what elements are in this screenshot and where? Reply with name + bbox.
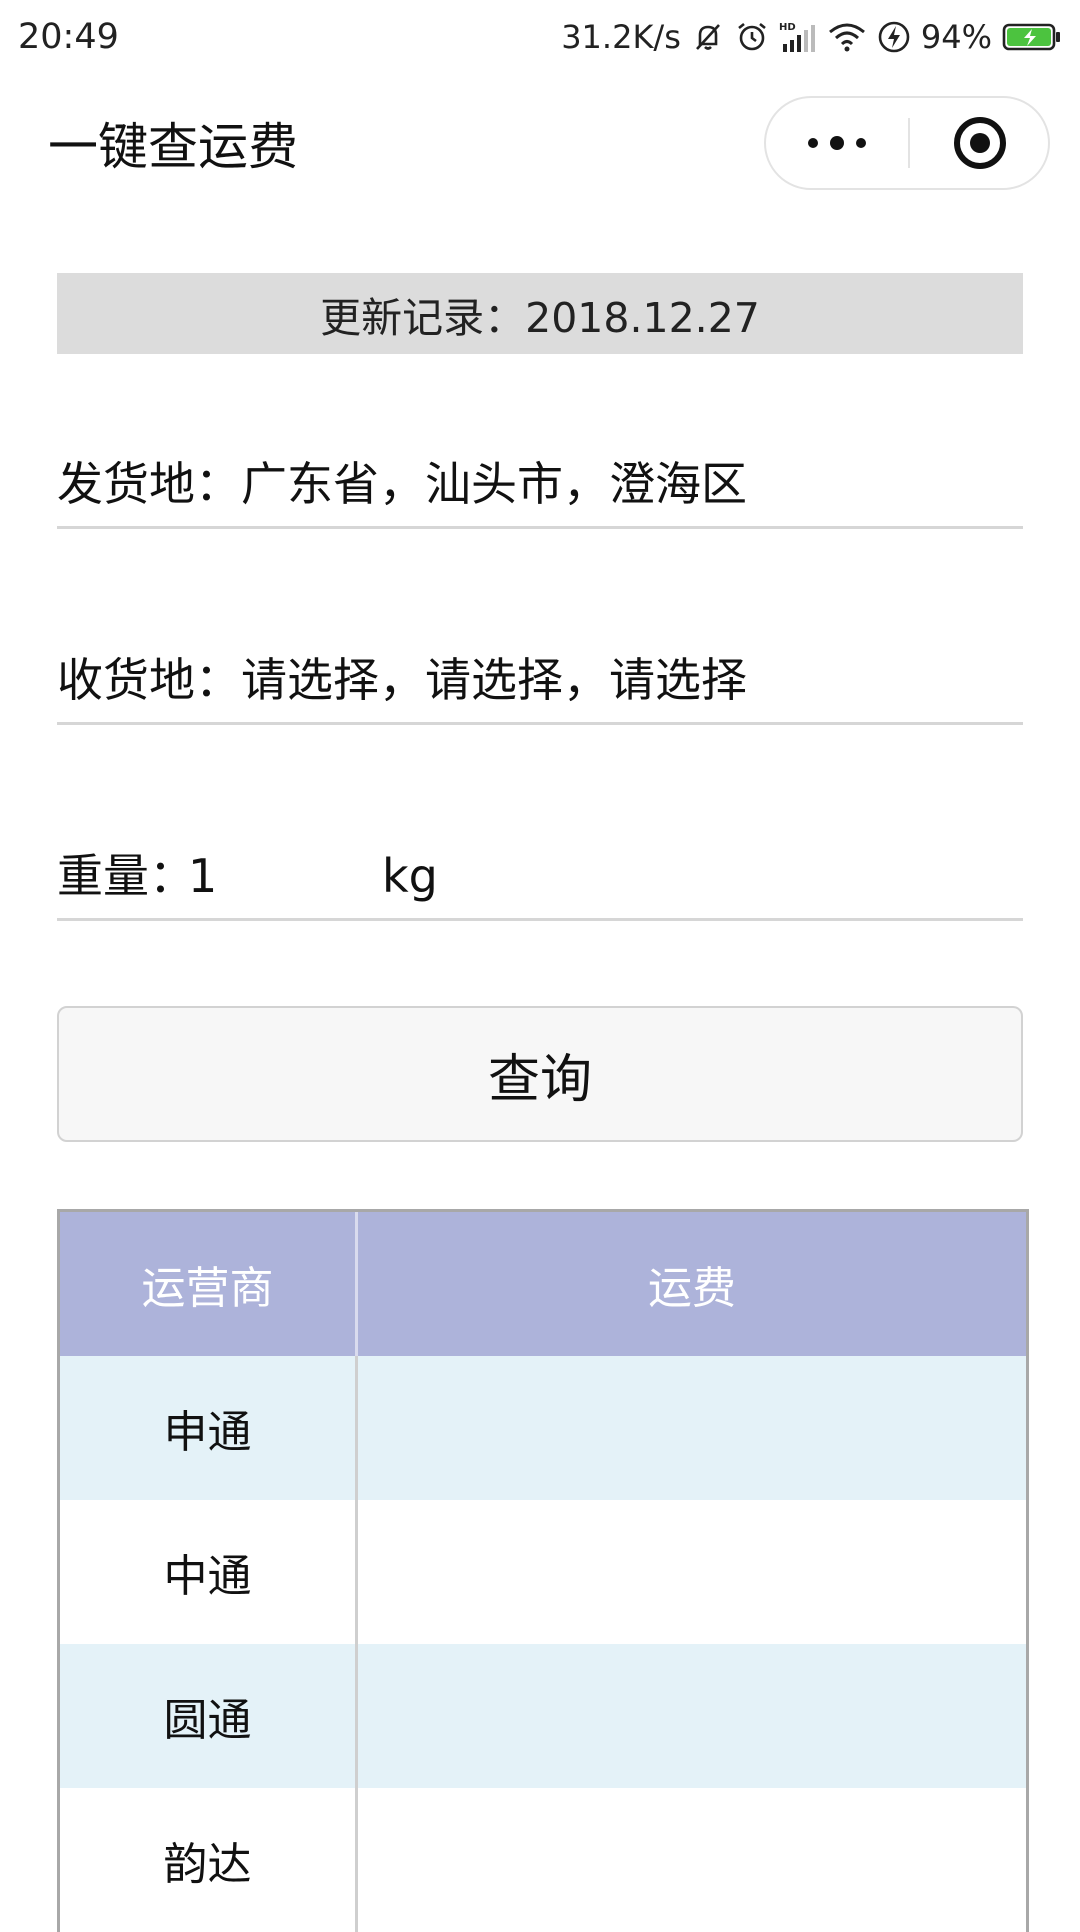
status-right-group: 31.2K/s HD 94% (561, 14, 1062, 60)
battery-icon (1002, 22, 1062, 52)
fee-cell (358, 1356, 1026, 1500)
table-row: 圆通 (60, 1644, 1026, 1788)
weight-row: 重量： kg (57, 834, 1023, 921)
fee-cell (358, 1500, 1026, 1644)
carrier-cell: 圆通 (60, 1644, 358, 1788)
header-carrier: 运营商 (60, 1212, 358, 1356)
page-title: 一键查运费 (48, 118, 298, 176)
carrier-cell: 韵达 (60, 1788, 358, 1932)
table-row: 韵达 (60, 1788, 1026, 1932)
status-bar: 20:49 31.2K/s HD 94% (0, 0, 1080, 74)
nav-bar: 一键查运费 (0, 74, 1080, 214)
svg-text:HD: HD (779, 22, 796, 33)
mute-bell-icon (691, 20, 725, 54)
close-button[interactable] (910, 98, 1050, 188)
table-header-row: 运营商 运费 (60, 1212, 1026, 1356)
query-button[interactable]: 查询 (57, 1006, 1023, 1142)
destination-picker[interactable]: 收货地：请选择，请选择，请选择 (57, 638, 1023, 725)
fee-cell (358, 1788, 1026, 1932)
alarm-icon (735, 20, 769, 54)
table-row: 中通 (60, 1500, 1026, 1644)
more-dots-icon (808, 136, 866, 150)
carrier-cell: 中通 (60, 1500, 358, 1644)
target-circle-icon (954, 117, 1006, 169)
origin-picker[interactable]: 发货地：广东省，汕头市，澄海区 (57, 442, 1023, 529)
hd-signal-icon: HD (779, 20, 817, 54)
result-table: 运营商 运费 申通 中通 圆通 韵达 (57, 1209, 1029, 1932)
mini-program-capsule (764, 96, 1050, 190)
weight-label: 重量： (57, 849, 195, 903)
header-fee: 运费 (648, 1263, 736, 1314)
update-record-bar: 更新记录：2018.12.27 (57, 273, 1023, 354)
network-speed: 31.2K/s (561, 18, 681, 56)
battery-percent: 94% (920, 18, 992, 56)
status-time: 20:49 (18, 17, 119, 57)
weight-unit: kg (382, 849, 438, 903)
charging-icon (877, 20, 911, 54)
carrier-cell: 申通 (60, 1356, 358, 1500)
wifi-icon (827, 20, 867, 54)
more-button[interactable] (766, 98, 908, 188)
weight-input[interactable] (188, 834, 378, 918)
fee-cell (358, 1644, 1026, 1788)
table-row: 申通 (60, 1356, 1026, 1500)
